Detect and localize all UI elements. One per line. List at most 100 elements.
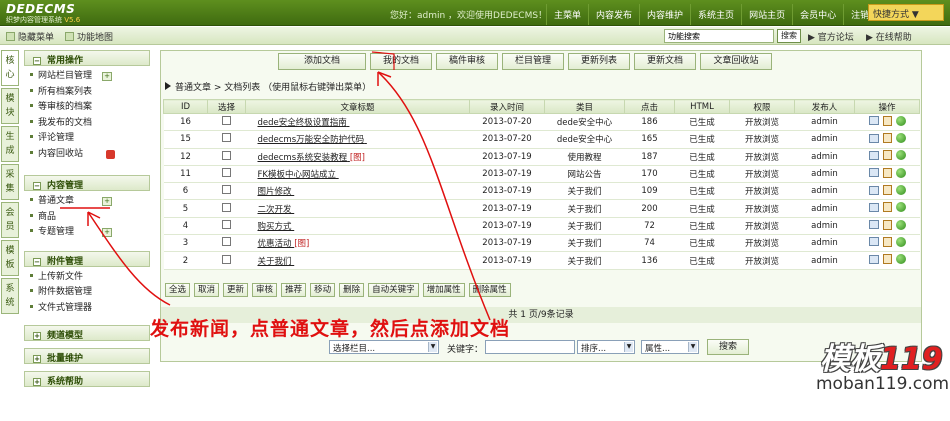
recommend-button[interactable]: 推荐 — [281, 283, 307, 297]
move-button[interactable]: 移动 — [310, 283, 336, 297]
sidebar-item-special[interactable]: 专题管理 + — [24, 225, 150, 241]
row-category[interactable]: 关于我们 — [544, 217, 625, 236]
row-title-link[interactable]: FK模板中心网站成立 — [258, 170, 336, 180]
nav-member-center[interactable]: 会员中心 — [792, 4, 843, 25]
row-checkbox[interactable] — [222, 202, 231, 212]
add-attribute-button[interactable]: 增加属性 — [422, 283, 465, 297]
delete-button[interactable]: 删除 — [339, 283, 365, 297]
help-link[interactable]: ▶ 在线帮助 — [866, 30, 912, 43]
manuscript-review-button[interactable]: 稿件审核 — [436, 53, 498, 70]
auto-keyword-button[interactable]: 自动关键字 — [368, 283, 419, 297]
row-category[interactable]: dede安全中心 — [544, 130, 625, 149]
view-icon[interactable] — [868, 116, 879, 126]
row-category[interactable]: 网站公告 — [544, 165, 625, 184]
edit-icon[interactable] — [882, 133, 892, 144]
update-document-button[interactable]: 更新文档 — [634, 53, 696, 70]
nav-system-home[interactable]: 系统主页 — [690, 4, 741, 25]
preview-icon[interactable] — [895, 219, 906, 230]
nav-main-menu[interactable]: 主菜单 — [546, 4, 588, 25]
view-icon[interactable] — [868, 133, 879, 143]
vtab-module[interactable]: 模块 — [1, 88, 19, 124]
row-title-link[interactable]: dedecms系统安装教程 — [258, 153, 348, 163]
row-title-link[interactable]: 图片修改 — [258, 187, 292, 197]
edit-icon[interactable] — [882, 167, 892, 178]
sort-select[interactable]: 排序... ▼ — [577, 340, 635, 354]
update-list-button[interactable]: 更新列表 — [568, 53, 630, 70]
row-category[interactable]: 关于我们 — [544, 251, 625, 270]
row-checkbox[interactable] — [222, 150, 231, 160]
preview-icon[interactable] — [895, 167, 906, 178]
keyword-input[interactable] — [485, 340, 575, 354]
view-icon[interactable] — [868, 220, 879, 230]
row-category[interactable]: dede安全中心 — [544, 113, 625, 132]
edit-icon[interactable] — [882, 185, 892, 196]
row-title-link[interactable]: dede安全终极设置指南 — [258, 118, 347, 128]
row-checkbox[interactable] — [222, 237, 231, 247]
row-checkbox[interactable] — [222, 116, 231, 126]
sidebar-item-all-archives[interactable]: 所有档案列表 — [24, 85, 150, 101]
sidebar-group-common[interactable]: − 常用操作 — [24, 50, 150, 66]
view-icon[interactable] — [868, 168, 879, 178]
view-icon[interactable] — [868, 202, 879, 212]
row-title-link[interactable]: dedecms万能安全防护代码 — [258, 135, 365, 145]
row-checkbox[interactable] — [222, 219, 231, 229]
view-icon[interactable] — [868, 150, 879, 160]
clear-recycle-icon[interactable] — [106, 149, 115, 159]
view-icon[interactable] — [868, 185, 879, 195]
row-title-link[interactable]: 优惠活动 — [258, 239, 292, 249]
my-documents-button[interactable]: 我的文档 — [370, 53, 432, 70]
edit-icon[interactable] — [882, 150, 892, 161]
preview-icon[interactable] — [895, 254, 906, 265]
row-category[interactable]: 关于我们 — [544, 234, 625, 253]
sidebar-item-column-manage[interactable]: 网站栏目管理 + — [24, 69, 150, 85]
sidebar-item-recycle-bin[interactable]: 内容回收站 — [24, 147, 150, 163]
sidebar-item-comments[interactable]: 评论管理 — [24, 131, 150, 147]
sidebar-group-content[interactable]: − 内容管理 — [24, 175, 150, 191]
attribute-select[interactable]: 属性... ▼ — [641, 340, 699, 354]
row-category[interactable]: 关于我们 — [544, 199, 625, 218]
add-icon[interactable]: + — [102, 72, 112, 81]
article-recycle-button[interactable]: 文章回收站 — [700, 53, 772, 70]
sidebar-item-product[interactable]: 商品 — [24, 210, 150, 226]
edit-icon[interactable] — [882, 254, 892, 265]
column-manage-button[interactable]: 栏目管理 — [502, 53, 564, 70]
nav-content-maintain[interactable]: 内容维护 — [639, 4, 690, 25]
sidebar-item-article[interactable]: 普通文章 + — [24, 194, 150, 210]
preview-icon[interactable] — [895, 133, 906, 144]
remove-attribute-button[interactable]: 删除属性 — [468, 283, 511, 297]
nav-site-home[interactable]: 网站主页 — [741, 4, 792, 25]
preview-icon[interactable] — [895, 202, 906, 213]
preview-icon[interactable] — [895, 236, 906, 247]
row-category[interactable]: 使用教程 — [544, 148, 625, 166]
function-search-button[interactable]: 搜索 — [777, 29, 801, 43]
view-icon[interactable] — [868, 254, 879, 264]
edit-icon[interactable] — [882, 202, 892, 213]
sidebar-item-my-docs[interactable]: 我发布的文档 — [24, 116, 150, 132]
row-checkbox[interactable] — [222, 168, 231, 178]
add-icon[interactable]: + — [102, 228, 112, 237]
vtab-member[interactable]: 会员 — [1, 202, 19, 238]
quick-menu-button[interactable]: 快捷方式 ▼ — [868, 4, 944, 21]
vtab-template[interactable]: 模板 — [1, 240, 19, 276]
sidebar-group-channel[interactable]: + 频道模型 — [24, 325, 150, 341]
row-category[interactable]: 关于我们 — [544, 182, 625, 201]
sidebar-item-upload[interactable]: 上传新文件 — [24, 270, 150, 286]
vtab-core[interactable]: 核心 — [1, 50, 19, 86]
forum-link[interactable]: ▶ 官方论坛 — [808, 30, 854, 43]
row-title-link[interactable]: 二次开发 — [258, 205, 292, 215]
sidebar-group-help[interactable]: + 系统帮助 — [24, 371, 150, 387]
row-checkbox[interactable] — [222, 254, 231, 264]
row-checkbox[interactable] — [222, 133, 231, 143]
view-icon[interactable] — [868, 237, 879, 247]
sidebar-group-batch[interactable]: + 批量维护 — [24, 348, 150, 364]
function-search-input[interactable] — [664, 29, 774, 43]
add-document-button[interactable]: 添加文档 — [278, 53, 366, 70]
row-checkbox[interactable] — [222, 185, 231, 195]
vtab-generate[interactable]: 生成 — [1, 126, 19, 162]
select-all-button[interactable]: 全选 — [165, 283, 191, 297]
add-icon[interactable]: + — [102, 197, 112, 206]
vtab-system[interactable]: 系统 — [1, 278, 19, 314]
column-select[interactable]: 选择栏目... ▼ — [329, 340, 439, 354]
preview-icon[interactable] — [895, 185, 906, 196]
sidebar-item-attachment-data[interactable]: 附件数据管理 — [24, 285, 150, 301]
